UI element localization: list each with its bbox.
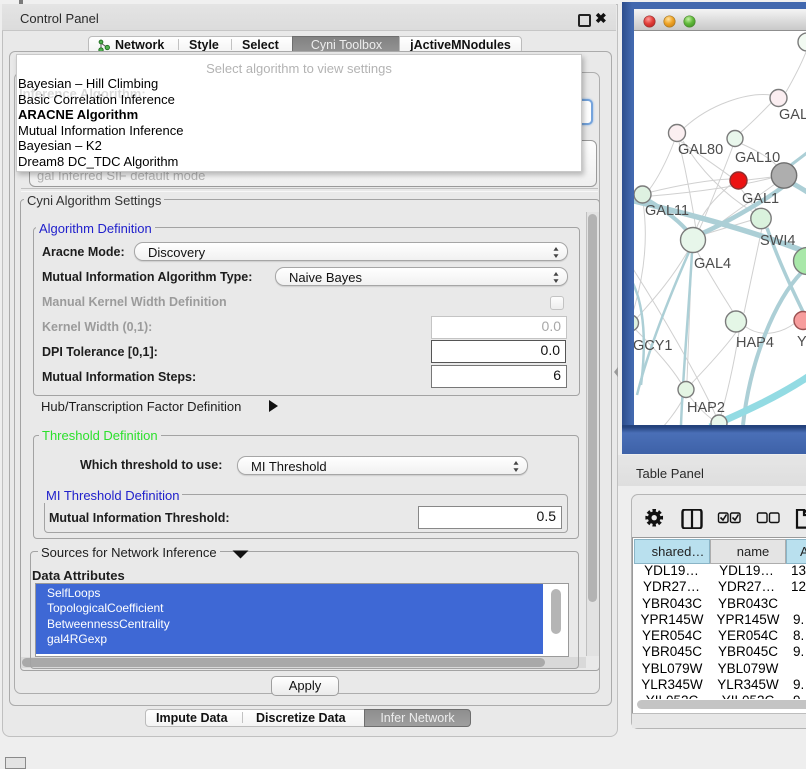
svg-text:GAL10: GAL10	[735, 150, 780, 166]
svg-text:SWI4: SWI4	[760, 233, 795, 249]
svg-text:GAL4: GAL4	[694, 256, 731, 272]
svg-text:GAL1: GAL1	[742, 191, 779, 207]
svg-text:GAL11: GAL11	[645, 203, 689, 219]
svg-text:GAL80: GAL80	[678, 142, 723, 158]
svg-text:GAL: GAL	[779, 107, 806, 123]
svg-text:Y: Y	[797, 334, 806, 350]
svg-text:HAP4: HAP4	[736, 335, 774, 351]
svg-text:HAP2: HAP2	[687, 400, 725, 416]
svg-text:GCY1: GCY1	[634, 338, 673, 354]
